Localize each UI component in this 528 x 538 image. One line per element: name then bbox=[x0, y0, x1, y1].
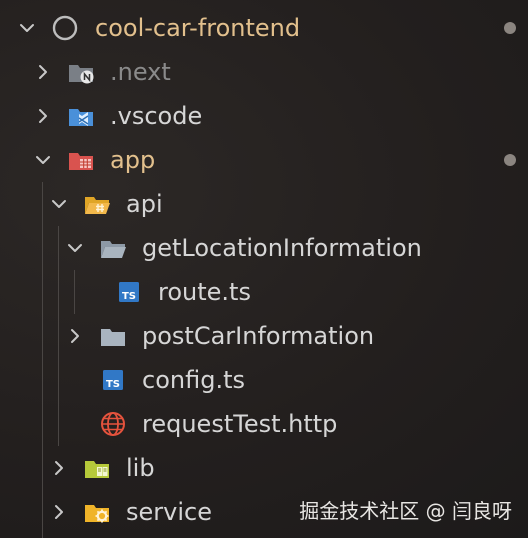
folder-icon bbox=[98, 321, 128, 351]
config-ts-label: config.ts bbox=[142, 366, 245, 394]
root-folder-label: cool-car-frontend bbox=[95, 14, 301, 42]
tree-item-route-ts[interactable]: TS route.ts bbox=[0, 270, 528, 314]
app-folder-label: app bbox=[110, 146, 156, 174]
tree-item-root[interactable]: cool-car-frontend bbox=[0, 6, 528, 50]
tree-item-lib[interactable]: lib bbox=[0, 446, 528, 490]
route-ts-label: route.ts bbox=[158, 278, 251, 306]
nextjs-folder-icon bbox=[66, 57, 96, 87]
http-globe-icon bbox=[98, 409, 128, 439]
chevron-right-icon[interactable] bbox=[32, 61, 54, 83]
next-folder-label: .next bbox=[110, 58, 171, 86]
chevron-right-icon[interactable] bbox=[48, 501, 70, 523]
modified-dot bbox=[504, 154, 516, 166]
typescript-file-icon: TS bbox=[98, 365, 128, 395]
app-folder-icon bbox=[66, 145, 96, 175]
svg-text:TS: TS bbox=[122, 291, 136, 302]
file-explorer: cool-car-frontend .next .vscode app api … bbox=[0, 0, 528, 538]
chevron-right-icon[interactable] bbox=[32, 105, 54, 127]
typescript-file-icon: TS bbox=[114, 277, 144, 307]
folder-open-icon bbox=[98, 233, 128, 263]
svg-text:TS: TS bbox=[106, 379, 120, 390]
tree-item-requestTest-http[interactable]: requestTest.http bbox=[0, 402, 528, 446]
chevron-down-icon[interactable] bbox=[48, 193, 70, 215]
lib-folder-icon bbox=[82, 453, 112, 483]
lib-folder-label: lib bbox=[126, 454, 155, 482]
chevron-down-icon[interactable] bbox=[32, 149, 54, 171]
chevron-right-icon[interactable] bbox=[64, 325, 86, 347]
tree-item-getLocationInformation[interactable]: getLocationInformation bbox=[0, 226, 528, 270]
getLocationInformation-folder-label: getLocationInformation bbox=[142, 234, 422, 262]
modified-dot bbox=[504, 22, 516, 34]
chevron-down-icon[interactable] bbox=[16, 17, 38, 39]
api-folder-icon bbox=[82, 189, 112, 219]
circle-icon bbox=[50, 13, 80, 43]
tree-item-config-ts[interactable]: TS config.ts bbox=[0, 358, 528, 402]
tree-item-api[interactable]: api bbox=[0, 182, 528, 226]
tree-item-vscode[interactable]: .vscode bbox=[0, 94, 528, 138]
vscode-folder-label: .vscode bbox=[110, 102, 203, 130]
vscode-folder-icon bbox=[66, 101, 96, 131]
service-folder-label: service bbox=[126, 498, 212, 526]
tree-item-postCarInformation[interactable]: postCarInformation bbox=[0, 314, 528, 358]
watermark: 掘金技术社区 @ 闫良呀 bbox=[299, 499, 512, 523]
tree-item-app[interactable]: app bbox=[0, 138, 528, 182]
tree-item-next[interactable]: .next bbox=[0, 50, 528, 94]
requestTest-http-label: requestTest.http bbox=[142, 410, 338, 438]
postCarInformation-folder-label: postCarInformation bbox=[142, 322, 375, 350]
chevron-right-icon[interactable] bbox=[48, 457, 70, 479]
service-folder-icon bbox=[82, 497, 112, 527]
api-folder-label: api bbox=[126, 190, 163, 218]
chevron-down-icon[interactable] bbox=[64, 237, 86, 259]
